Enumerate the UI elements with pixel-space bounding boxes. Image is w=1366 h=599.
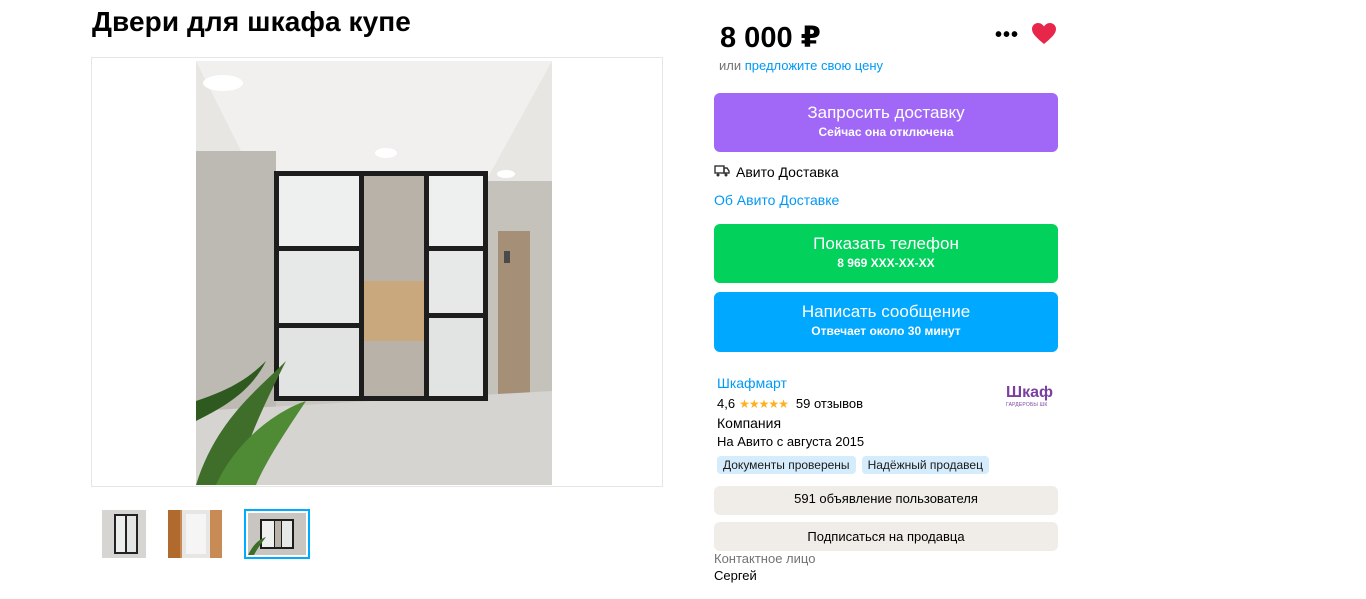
photo-gallery[interactable]: Avito: [91, 57, 663, 487]
about-delivery-link[interactable]: Об Авито Доставке: [714, 192, 839, 208]
price-value: 8 000 ₽: [720, 22, 821, 54]
seller-rating-value: 4,6: [717, 396, 736, 411]
favorite-heart-icon[interactable]: [1031, 22, 1057, 51]
contact-person-name: Сергей: [714, 568, 757, 583]
truck-icon: [714, 164, 730, 180]
thumbnail-2[interactable]: [168, 510, 222, 558]
avito-watermark: Avito: [602, 446, 654, 471]
badge-reliable-seller[interactable]: Надёжный продавец: [861, 456, 989, 474]
more-options-icon[interactable]: •••: [995, 24, 1019, 47]
seller-name-link[interactable]: Шкафмарт: [717, 375, 787, 391]
write-message-label: Написать сообщение: [801, 302, 971, 321]
thumbnail-1[interactable]: [102, 510, 146, 558]
subscribe-seller-button[interactable]: Подписаться на продавца: [714, 522, 1058, 551]
seller-badges: Документы проверены Надёжный продавец: [717, 456, 989, 474]
request-delivery-label: Запросить доставку: [807, 103, 965, 122]
request-delivery-sublabel: Сейчас она отключена: [818, 125, 954, 139]
user-ads-button[interactable]: 591 объявление пользователя: [714, 486, 1058, 515]
offer-price-link[interactable]: предложите свою цену: [745, 58, 883, 73]
price-or-text: или: [719, 58, 742, 73]
badge-documents-verified[interactable]: Документы проверены: [717, 456, 856, 474]
delivery-service-label: Авито Доставка: [736, 164, 839, 180]
request-delivery-button[interactable]: Запросить доставку Сейчас она отключена: [714, 93, 1058, 152]
rating-stars-icon: ★★★★★: [739, 396, 789, 411]
write-message-button[interactable]: Написать сообщение Отвечает около 30 мин…: [714, 292, 1058, 352]
seller-reviews-link[interactable]: 59 отзывов: [796, 396, 863, 411]
price-offer-line: или предложите свою цену: [719, 58, 883, 73]
thumbnail-3[interactable]: [244, 509, 310, 559]
seller-logo[interactable]: Шкаф ГАРДЕРОБЫ ШК: [1006, 384, 1060, 416]
seller-type: Компания: [717, 415, 782, 431]
thumbnail-strip: [102, 509, 310, 559]
show-phone-button[interactable]: Показать телефон 8 969 XXX-XX-XX: [714, 224, 1058, 283]
seller-logo-text: Шкаф: [1006, 384, 1053, 401]
delivery-service-row: Авито Доставка: [714, 164, 839, 180]
seller-since: На Авито с августа 2015: [717, 434, 865, 449]
seller-logo-subtext: ГАРДЕРОБЫ ШК: [1006, 402, 1048, 408]
show-phone-label: Показать телефон: [813, 234, 959, 253]
main-photo[interactable]: [196, 61, 552, 485]
response-time-label: Отвечает около 30 минут: [811, 324, 961, 338]
contact-person-label: Контактное лицо: [714, 551, 816, 566]
listing-title: Двери для шкафа купе: [92, 6, 411, 37]
seller-rating-row: 4,6 ★★★★★ 59 отзывов: [717, 396, 863, 411]
phone-number-masked: 8 969 XXX-XX-XX: [837, 256, 935, 270]
